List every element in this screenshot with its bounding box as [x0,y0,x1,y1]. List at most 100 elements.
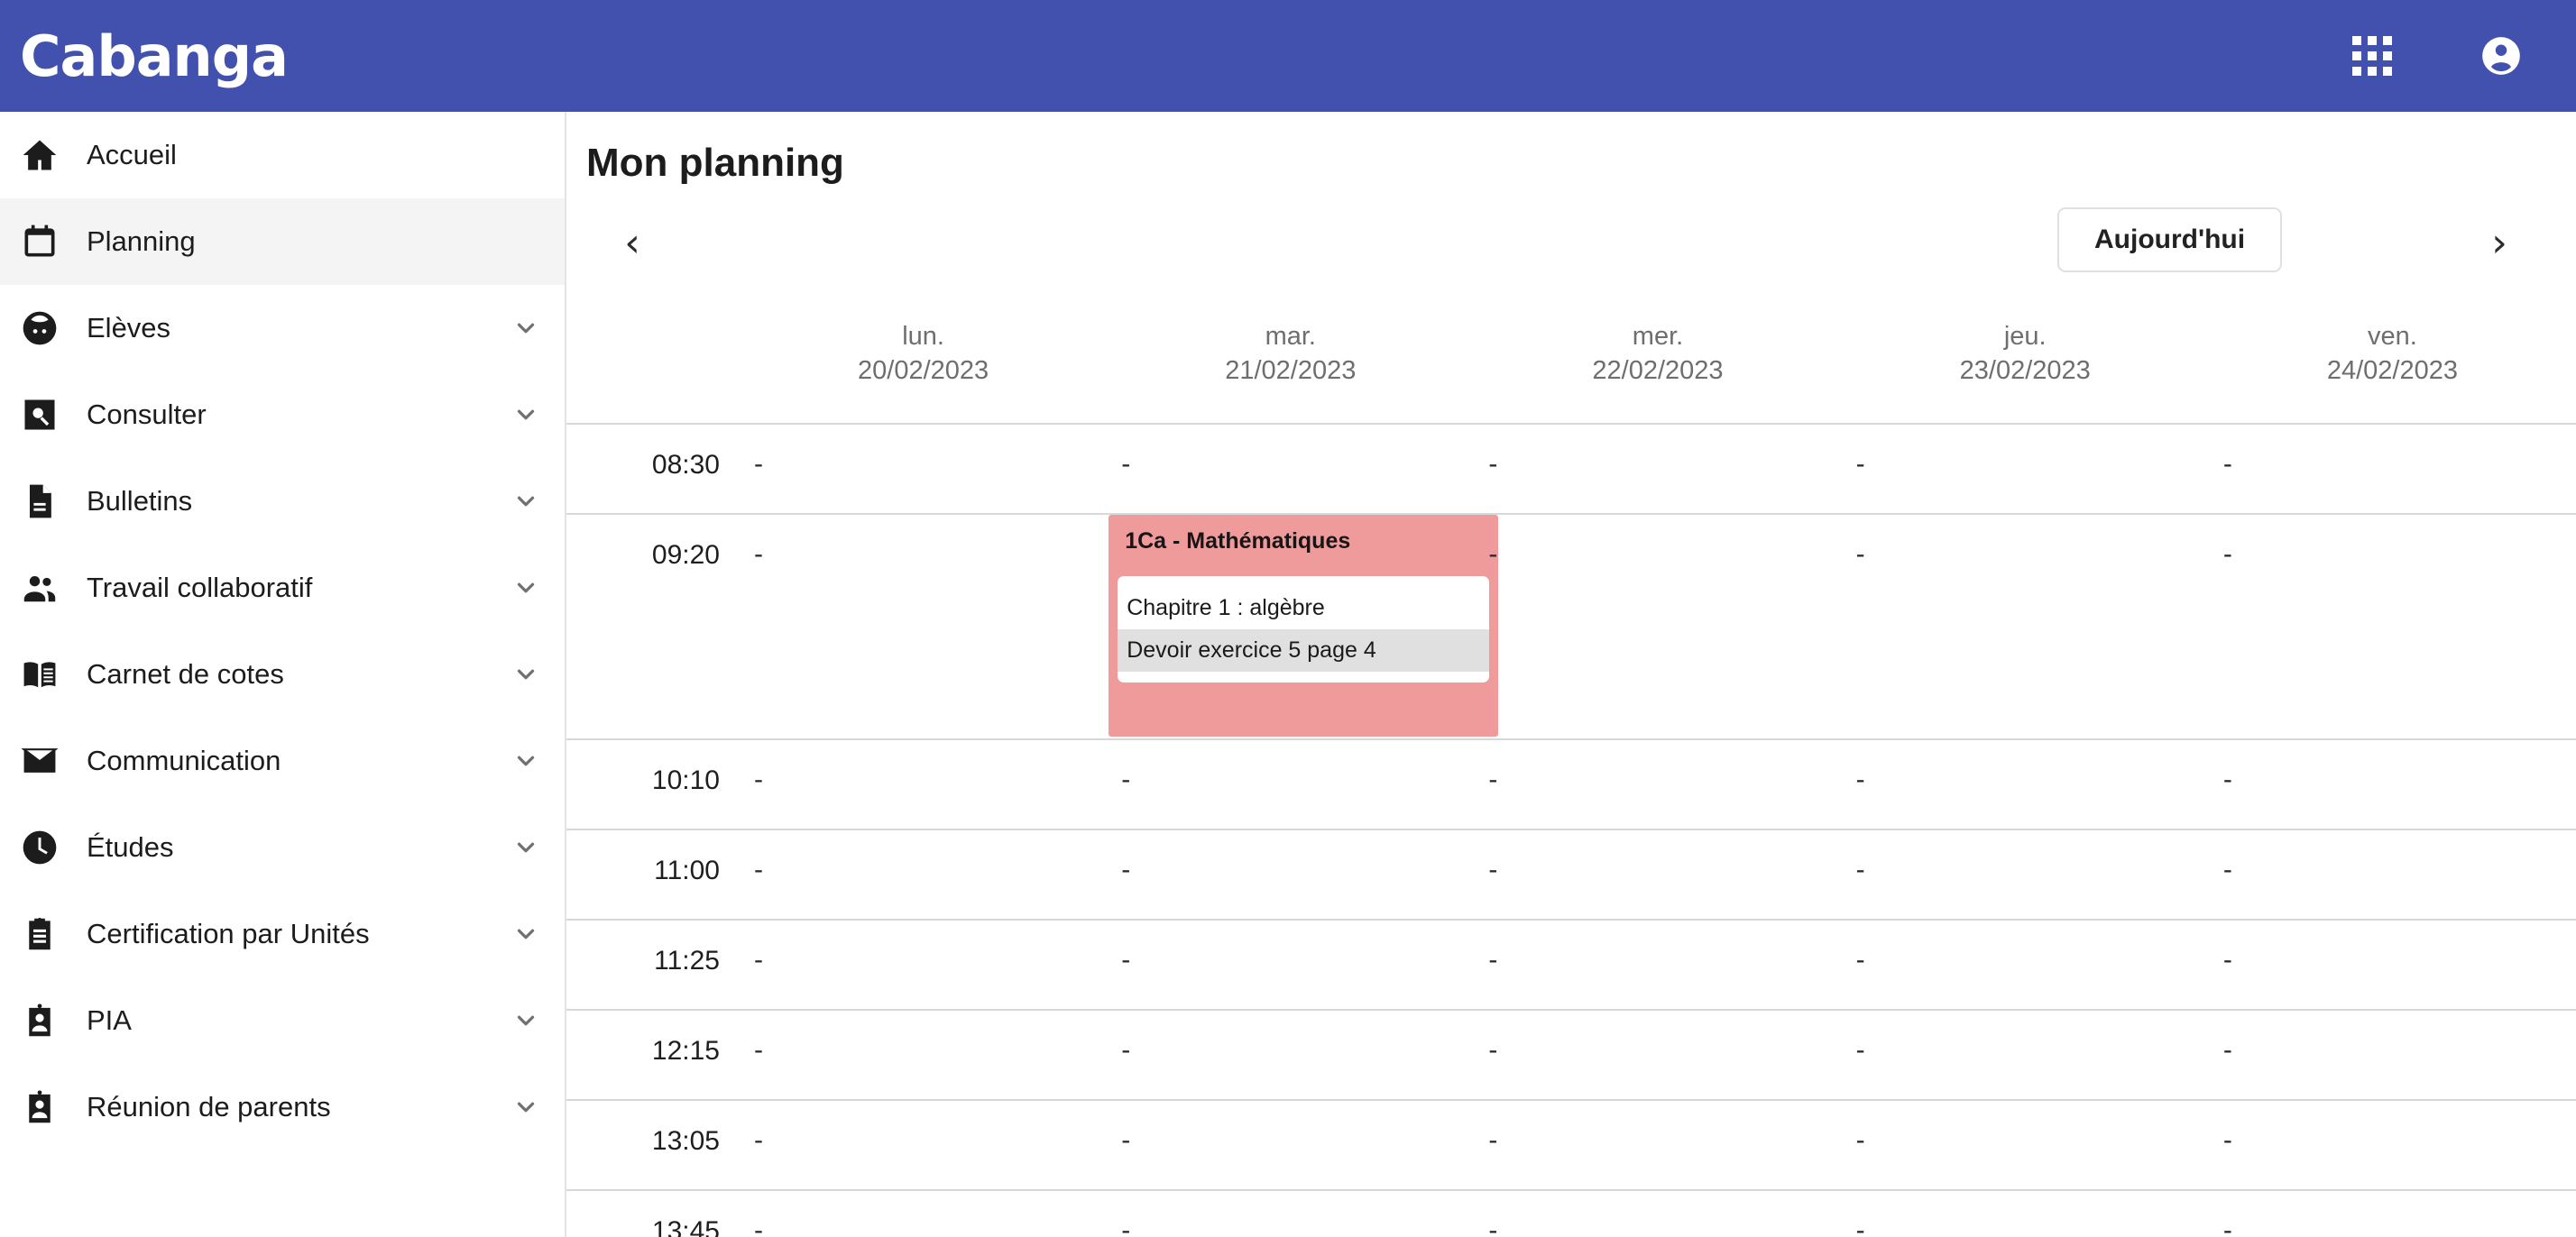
calendar-cell[interactable]: - [740,740,1107,829]
calendar-cell[interactable]: - [1474,921,1841,1009]
calendar-cell[interactable]: - [1842,921,2209,1009]
calendar-cell[interactable]: - [1474,1191,1841,1237]
today-button[interactable]: Aujourd'hui [2057,207,2283,272]
sidebar-item-pia[interactable]: PIA [0,977,565,1064]
empty-slot-mark: - [2222,538,2232,569]
calendar-cell[interactable]: - [2209,425,2576,513]
calendar-cell[interactable]: - [1474,1101,1841,1189]
chevron-down-icon[interactable] [512,315,539,342]
empty-slot-mark: - [2222,764,2232,794]
app-logo[interactable]: Cabanga [20,23,289,89]
sidebar-item-r-union-de-parents[interactable]: Réunion de parents [0,1064,565,1150]
empty-slot-mark: - [754,448,763,479]
calendar-cell[interactable]: - [2209,921,2576,1009]
calendar-cell[interactable]: - [1107,830,1474,919]
calendar-cell[interactable]: - [1842,425,2209,513]
sidebar-item-communication[interactable]: Communication [0,718,565,804]
next-week-button[interactable]: › [2468,212,2531,275]
previous-week-button[interactable]: ‹ [601,212,664,275]
chevron-down-icon[interactable] [512,834,539,861]
calendar-header-row: lun. 20/02/2023 mar. 21/02/2023 mer. 22/02/20… [566,289,2576,425]
empty-slot-mark: - [1488,448,1498,479]
account-circle-icon[interactable] [2479,33,2524,78]
chevron-down-icon[interactable] [512,661,539,688]
empty-slot-mark: - [1488,1214,1498,1237]
calendar-cell[interactable]: - [1474,830,1841,919]
calendar-cell[interactable]: - [740,1101,1107,1189]
sidebar-item-travail-collaboratif[interactable]: Travail collaboratif [0,545,565,631]
empty-slot-mark: - [2222,448,2232,479]
calendar-cell[interactable]: - [1107,921,1474,1009]
calendar-cell[interactable]: - [1842,830,2209,919]
day-date: 22/02/2023 [1592,356,1724,386]
time-label: 10:10 [651,765,720,795]
empty-slot-mark: - [2222,1124,2232,1155]
calendar-cell[interactable]: - [2209,515,2576,738]
calendar-cell[interactable]: - [1474,740,1841,829]
calendar-cell[interactable]: - [1842,1011,2209,1099]
chevron-down-icon[interactable] [512,747,539,774]
sidebar-item-accueil[interactable]: Accueil [0,112,565,198]
empty-slot-mark: - [754,944,763,975]
calendar-cell[interactable]: - [740,425,1107,513]
calendar-cell[interactable]: - [1107,1191,1474,1237]
calendar-event[interactable]: 1Ca - Mathématiques Chapitre 1 : algèbre D… [1109,514,1499,737]
calendar-cell[interactable]: - [1474,425,1841,513]
calendar-cell[interactable]: - [2209,740,2576,829]
calendar-cell[interactable]: - [740,1191,1107,1237]
time-label: 11:00 [654,855,720,885]
chevron-down-icon[interactable] [512,1007,539,1034]
calendar-cell[interactable]: - [1842,1101,2209,1189]
sidebar-item-planning[interactable]: Planning [0,198,565,285]
sidebar-item-certification-par-unit-s[interactable]: Certification par Unités [0,891,565,977]
calendar-cell[interactable]: - [2209,830,2576,919]
sidebar-item-label: Communication [87,745,281,776]
calendar-cell[interactable]: - [1107,425,1474,513]
chevron-down-icon[interactable] [512,401,539,428]
calendar-cell[interactable]: - [740,921,1107,1009]
sidebar-item-label: Planning [87,225,196,257]
chevron-down-icon[interactable] [512,921,539,948]
calendar-cell[interactable]: - [2209,1101,2576,1189]
calendar-cell[interactable]: 1Ca - Mathématiques Chapitre 1 : algèbre D… [1107,514,1499,738]
sidebar-item-label: Elèves [87,312,171,344]
calendar-row: 08:30 - - - - - [566,425,2576,515]
calendar-cell[interactable]: - [1842,515,2209,738]
empty-slot-mark: - [1855,854,1865,884]
empty-slot-mark: - [1855,764,1865,794]
calendar-cell[interactable]: - [1842,1191,2209,1237]
calendar-cell[interactable]: - [1107,740,1474,829]
calendar-cell[interactable]: - [1107,1101,1474,1189]
calendar-cell[interactable]: - [1474,515,1841,738]
sidebar-item-bulletins[interactable]: Bulletins [0,458,565,545]
sidebar-item-label: Bulletins [87,485,193,517]
calendar-cell[interactable]: - [1842,740,2209,829]
day-header: mar. 21/02/2023 [1107,289,1474,423]
empty-slot-mark: - [1855,1124,1865,1155]
main-content: Mon planning ‹ Aujourd'hui › lun. 20/02/2… [566,112,2576,1237]
chevron-down-icon[interactable] [512,574,539,601]
chevron-down-icon[interactable] [512,488,539,515]
empty-slot-mark: - [2222,1034,2232,1065]
clipboard-icon [20,914,87,954]
calendar-cell[interactable]: - [2209,1191,2576,1237]
sidebar-item-carnet-de-cotes[interactable]: Carnet de cotes [0,631,565,718]
calendar-cell[interactable]: - [1474,1011,1841,1099]
time-label: 13:45 [651,1215,720,1237]
empty-slot-mark: - [2222,944,2232,975]
sidebar-item-tudes[interactable]: Études [0,804,565,891]
day-header: lun. 20/02/2023 [740,289,1107,423]
day-date: 24/02/2023 [2326,356,2458,386]
apps-grid-icon[interactable] [2352,36,2392,76]
day-date: 23/02/2023 [1959,356,2091,386]
calendar-cell[interactable]: - [740,1011,1107,1099]
calendar-cell[interactable]: - [1107,1011,1474,1099]
calendar-cell[interactable]: - [740,830,1107,919]
sidebar-item-el-ves[interactable]: Elèves [0,285,565,371]
sidebar-item-consulter[interactable]: Consulter [0,371,565,458]
calendar-cell[interactable]: - [740,515,1107,738]
day-name: jeu. [2003,322,2047,351]
calendar-cell[interactable]: - [2209,1011,2576,1099]
chevron-down-icon[interactable] [512,1094,539,1121]
empty-slot-mark: - [1488,944,1498,975]
